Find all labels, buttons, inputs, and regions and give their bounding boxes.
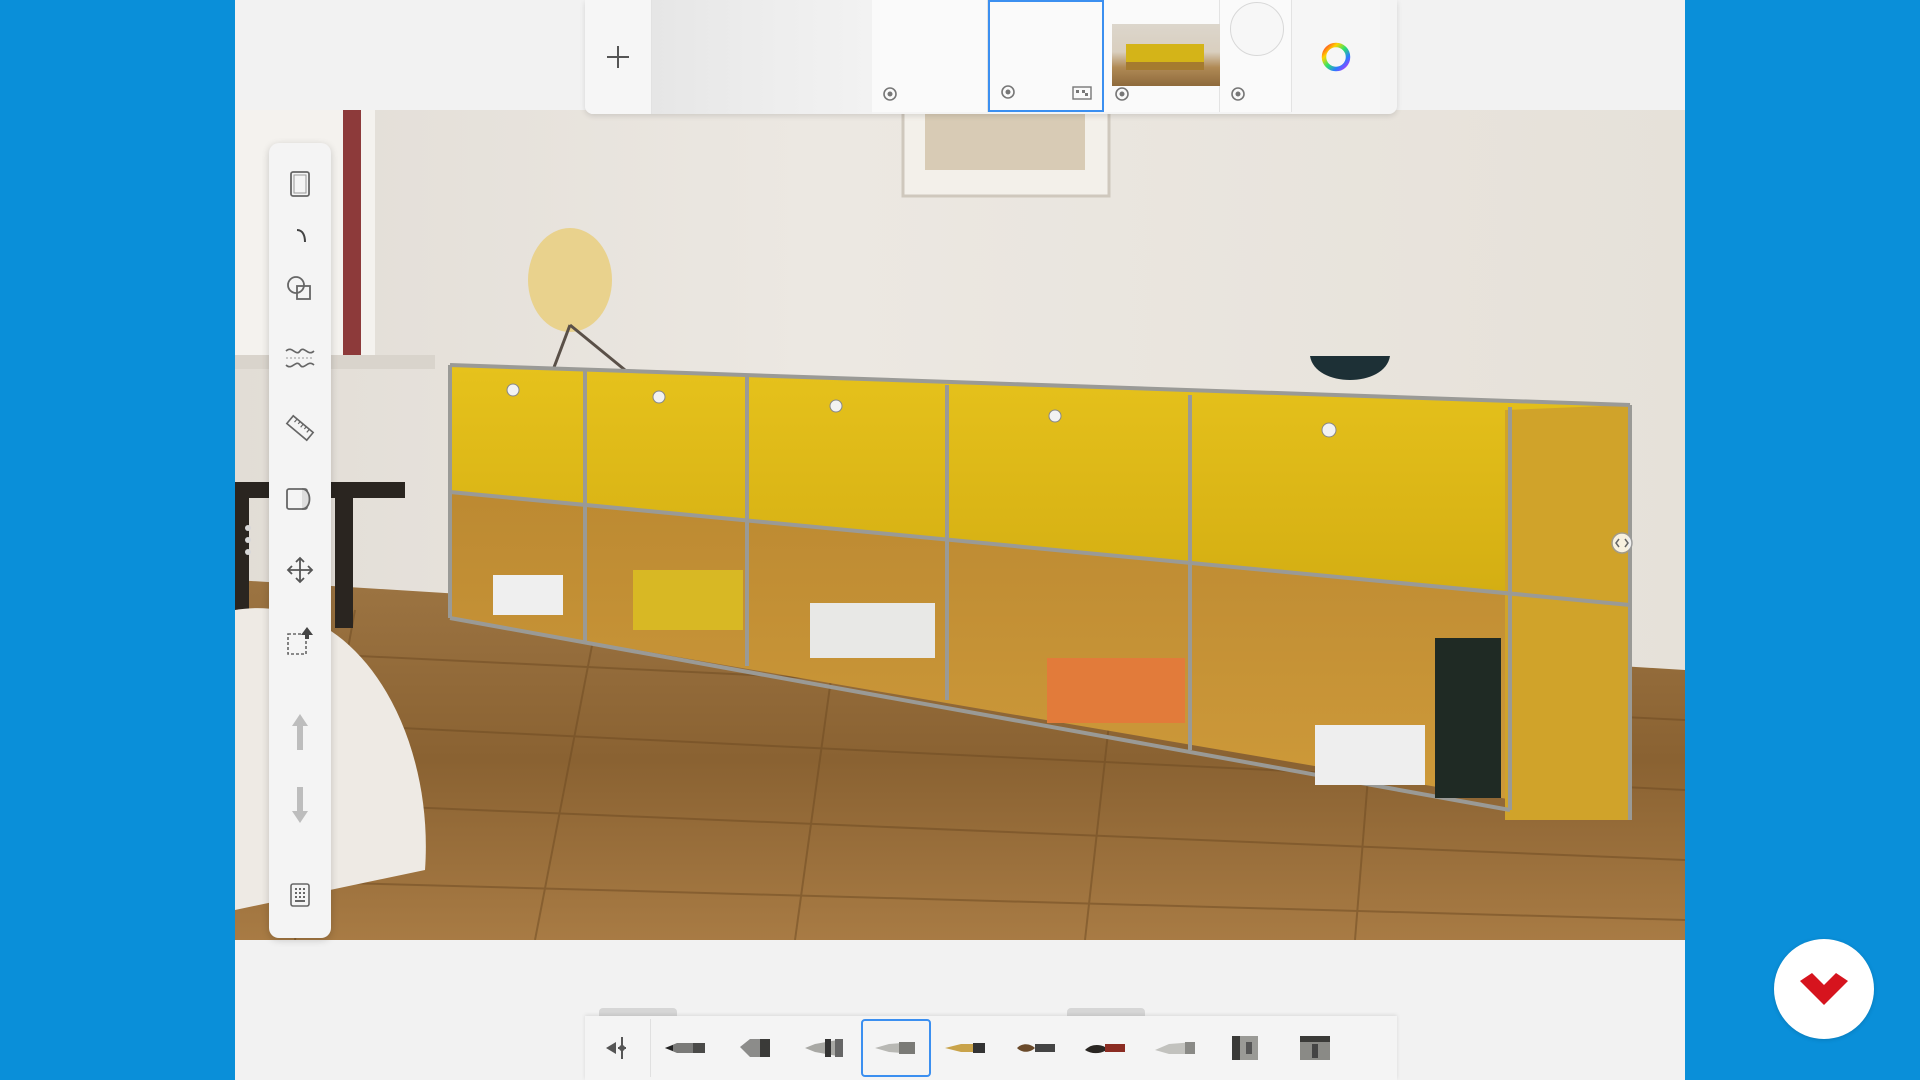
visibility-pin-icon[interactable] <box>1114 86 1130 102</box>
visibility-pin-icon[interactable] <box>1000 84 1016 100</box>
reference-photo <box>235 110 1685 940</box>
plus-icon <box>607 46 629 68</box>
brush-settings-icon <box>605 1037 626 1059</box>
brush-settings-button[interactable] <box>585 1019 651 1077</box>
visibility-pin-icon[interactable] <box>882 86 898 102</box>
brush-bar-tab-right[interactable] <box>1067 1008 1145 1016</box>
toolbar-drag-handle[interactable] <box>245 525 251 555</box>
ink-brush-icon <box>1085 1044 1125 1054</box>
canvas-icon <box>290 171 310 197</box>
brush-chisel-marker[interactable] <box>1141 1019 1211 1077</box>
round-brush-icon <box>1017 1044 1055 1052</box>
layer-image-preview <box>1112 24 1220 86</box>
drawing-canvas[interactable] <box>235 110 1685 940</box>
visibility-pin-icon[interactable] <box>1230 86 1246 102</box>
brush-ink[interactable] <box>1071 1019 1141 1077</box>
left-toolbar <box>269 143 331 938</box>
tool-shapes[interactable] <box>269 266 331 310</box>
move-icon <box>286 556 314 584</box>
layer-thumb-background[interactable] <box>1220 0 1292 112</box>
airbrush-icon <box>805 1039 843 1057</box>
layer-bar <box>585 0 1397 114</box>
layer-transform-icon <box>286 488 311 510</box>
wide-marker-icon <box>1300 1036 1330 1060</box>
layer-thumb-2[interactable] <box>988 0 1104 112</box>
pencil-icon <box>665 1043 705 1053</box>
tool-canvas[interactable] <box>269 162 331 206</box>
tool-move[interactable] <box>269 548 331 592</box>
layer-thumb-blank[interactable] <box>652 0 872 114</box>
more-icon <box>290 883 310 907</box>
brush-fountain-pen[interactable] <box>931 1019 1001 1077</box>
undo-icon <box>292 714 308 750</box>
brand-logo <box>1774 939 1874 1039</box>
background-color-swatch[interactable] <box>1230 2 1284 56</box>
color-picker-button[interactable] <box>1292 0 1380 114</box>
flat-marker-icon <box>1232 1036 1258 1060</box>
ruler-icon <box>285 414 315 442</box>
canvas-resize-handle-icon[interactable] <box>1610 531 1634 555</box>
color-wheel-icon <box>1321 42 1351 72</box>
layer-thumb-1[interactable] <box>872 0 988 112</box>
blend-mode-icon[interactable] <box>1072 86 1092 100</box>
brush-round[interactable] <box>1001 1019 1071 1077</box>
tool-symmetry[interactable] <box>269 336 331 380</box>
redo-icon <box>292 787 308 823</box>
brush-flat-marker[interactable] <box>1211 1019 1281 1077</box>
layer-thumb-image[interactable] <box>1104 0 1220 112</box>
selection-icon <box>287 627 313 655</box>
tool-ruler[interactable] <box>269 406 331 450</box>
add-layer-button[interactable] <box>585 0 652 114</box>
shapes-icon <box>287 276 311 300</box>
marker-icon <box>740 1039 770 1057</box>
brush-technical-pen[interactable] <box>861 1019 931 1077</box>
tool-undo[interactable] <box>269 710 331 754</box>
brush-bar <box>585 1016 1397 1080</box>
chisel-marker-icon <box>1155 1042 1195 1054</box>
fountain-pen-icon <box>945 1043 985 1053</box>
tool-brush-stroke[interactable] <box>269 221 331 251</box>
brush-airbrush[interactable] <box>791 1019 861 1077</box>
symmetry-icon <box>285 348 315 368</box>
tool-layer-transform[interactable] <box>269 477 331 521</box>
tool-selection[interactable] <box>269 619 331 663</box>
brush-bar-tab-left[interactable] <box>599 1008 677 1016</box>
drawing-app <box>235 0 1685 1080</box>
tool-redo[interactable] <box>269 783 331 827</box>
tool-more[interactable] <box>269 873 331 917</box>
brush-stroke-icon <box>296 229 306 243</box>
brush-marker[interactable] <box>721 1019 791 1077</box>
brush-pencil[interactable] <box>651 1019 721 1077</box>
brand-logo-icon <box>1800 973 1848 1005</box>
brush-wide-marker[interactable] <box>1281 1019 1351 1077</box>
technical-pen-icon <box>875 1042 915 1054</box>
